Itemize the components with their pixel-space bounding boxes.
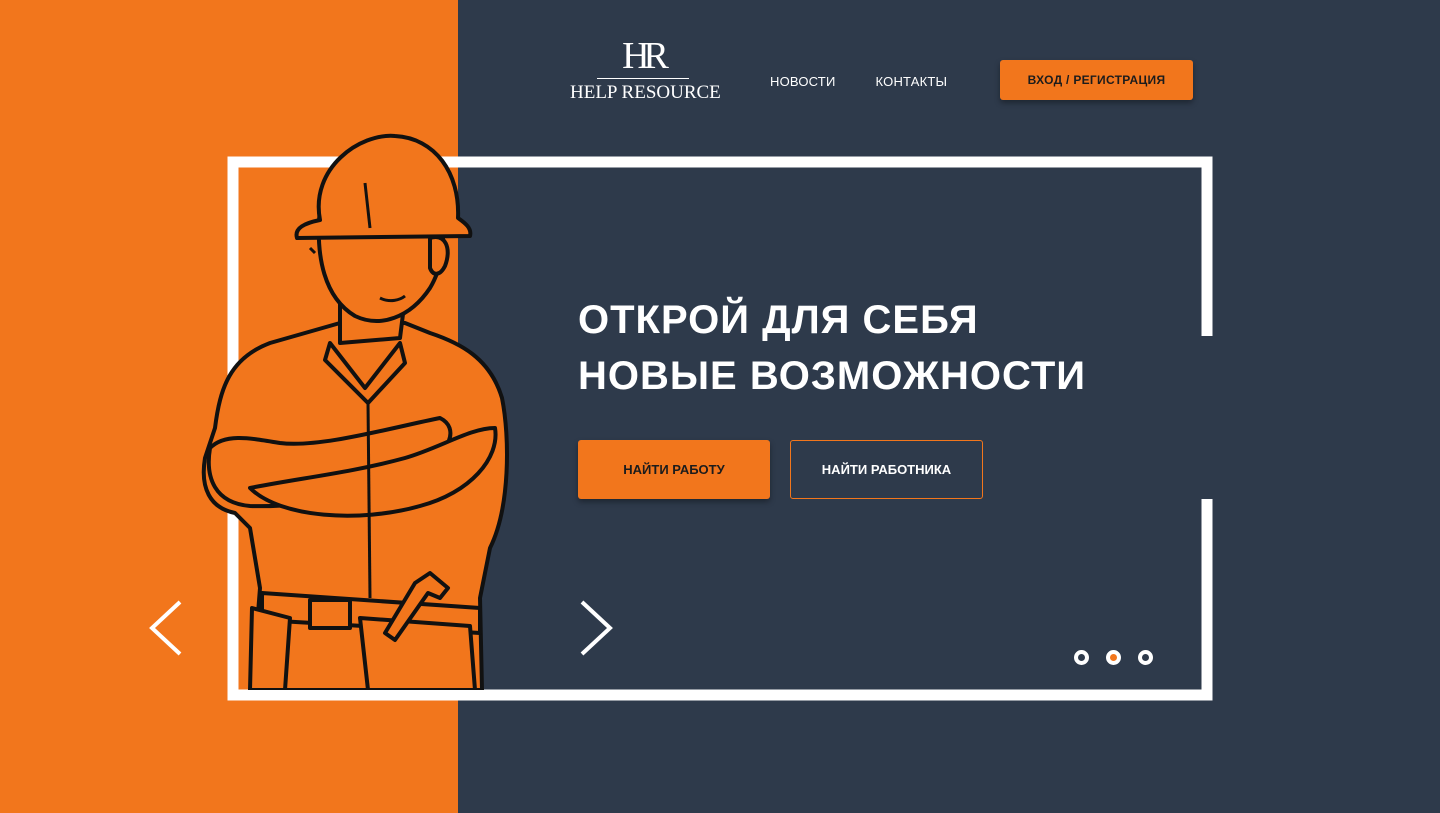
logo-mark: HR bbox=[622, 35, 669, 77]
hero-headline: ОТКРОЙ ДЛЯ СЕБЯ НОВЫЕ ВОЗМОЖНОСТИ bbox=[578, 292, 1086, 404]
hero-headline-line1: ОТКРОЙ ДЛЯ СЕБЯ bbox=[578, 298, 979, 342]
chevron-right-icon[interactable] bbox=[576, 598, 616, 658]
nav-item-contacts[interactable]: КОНТАКТЫ bbox=[876, 74, 948, 89]
nav-item-news[interactable]: НОВОСТИ bbox=[770, 74, 836, 89]
logo-text: HELP RESOURCE bbox=[570, 82, 721, 103]
slider-dot-3[interactable] bbox=[1138, 650, 1153, 665]
hero-headline-line2: НОВЫЕ ВОЗМОЖНОСТИ bbox=[578, 354, 1087, 398]
brand-logo[interactable]: HR HELP RESOURCE bbox=[570, 35, 721, 106]
chevron-left-icon[interactable] bbox=[146, 598, 186, 658]
worker-illustration bbox=[201, 133, 509, 690]
find-worker-button[interactable]: НАЙТИ РАБОТНИКА bbox=[790, 440, 983, 499]
dark-panel bbox=[458, 0, 1440, 813]
find-job-button[interactable]: НАЙТИ РАБОТУ bbox=[578, 440, 770, 499]
slider-dot-1[interactable] bbox=[1074, 650, 1089, 665]
login-register-button[interactable]: ВХОД / РЕГИСТРАЦИЯ bbox=[1000, 60, 1193, 100]
main-nav: НОВОСТИ КОНТАКТЫ bbox=[770, 74, 947, 89]
slider-pagination bbox=[1074, 650, 1153, 665]
slider-dot-2[interactable] bbox=[1106, 650, 1121, 665]
logo-divider bbox=[596, 78, 689, 79]
